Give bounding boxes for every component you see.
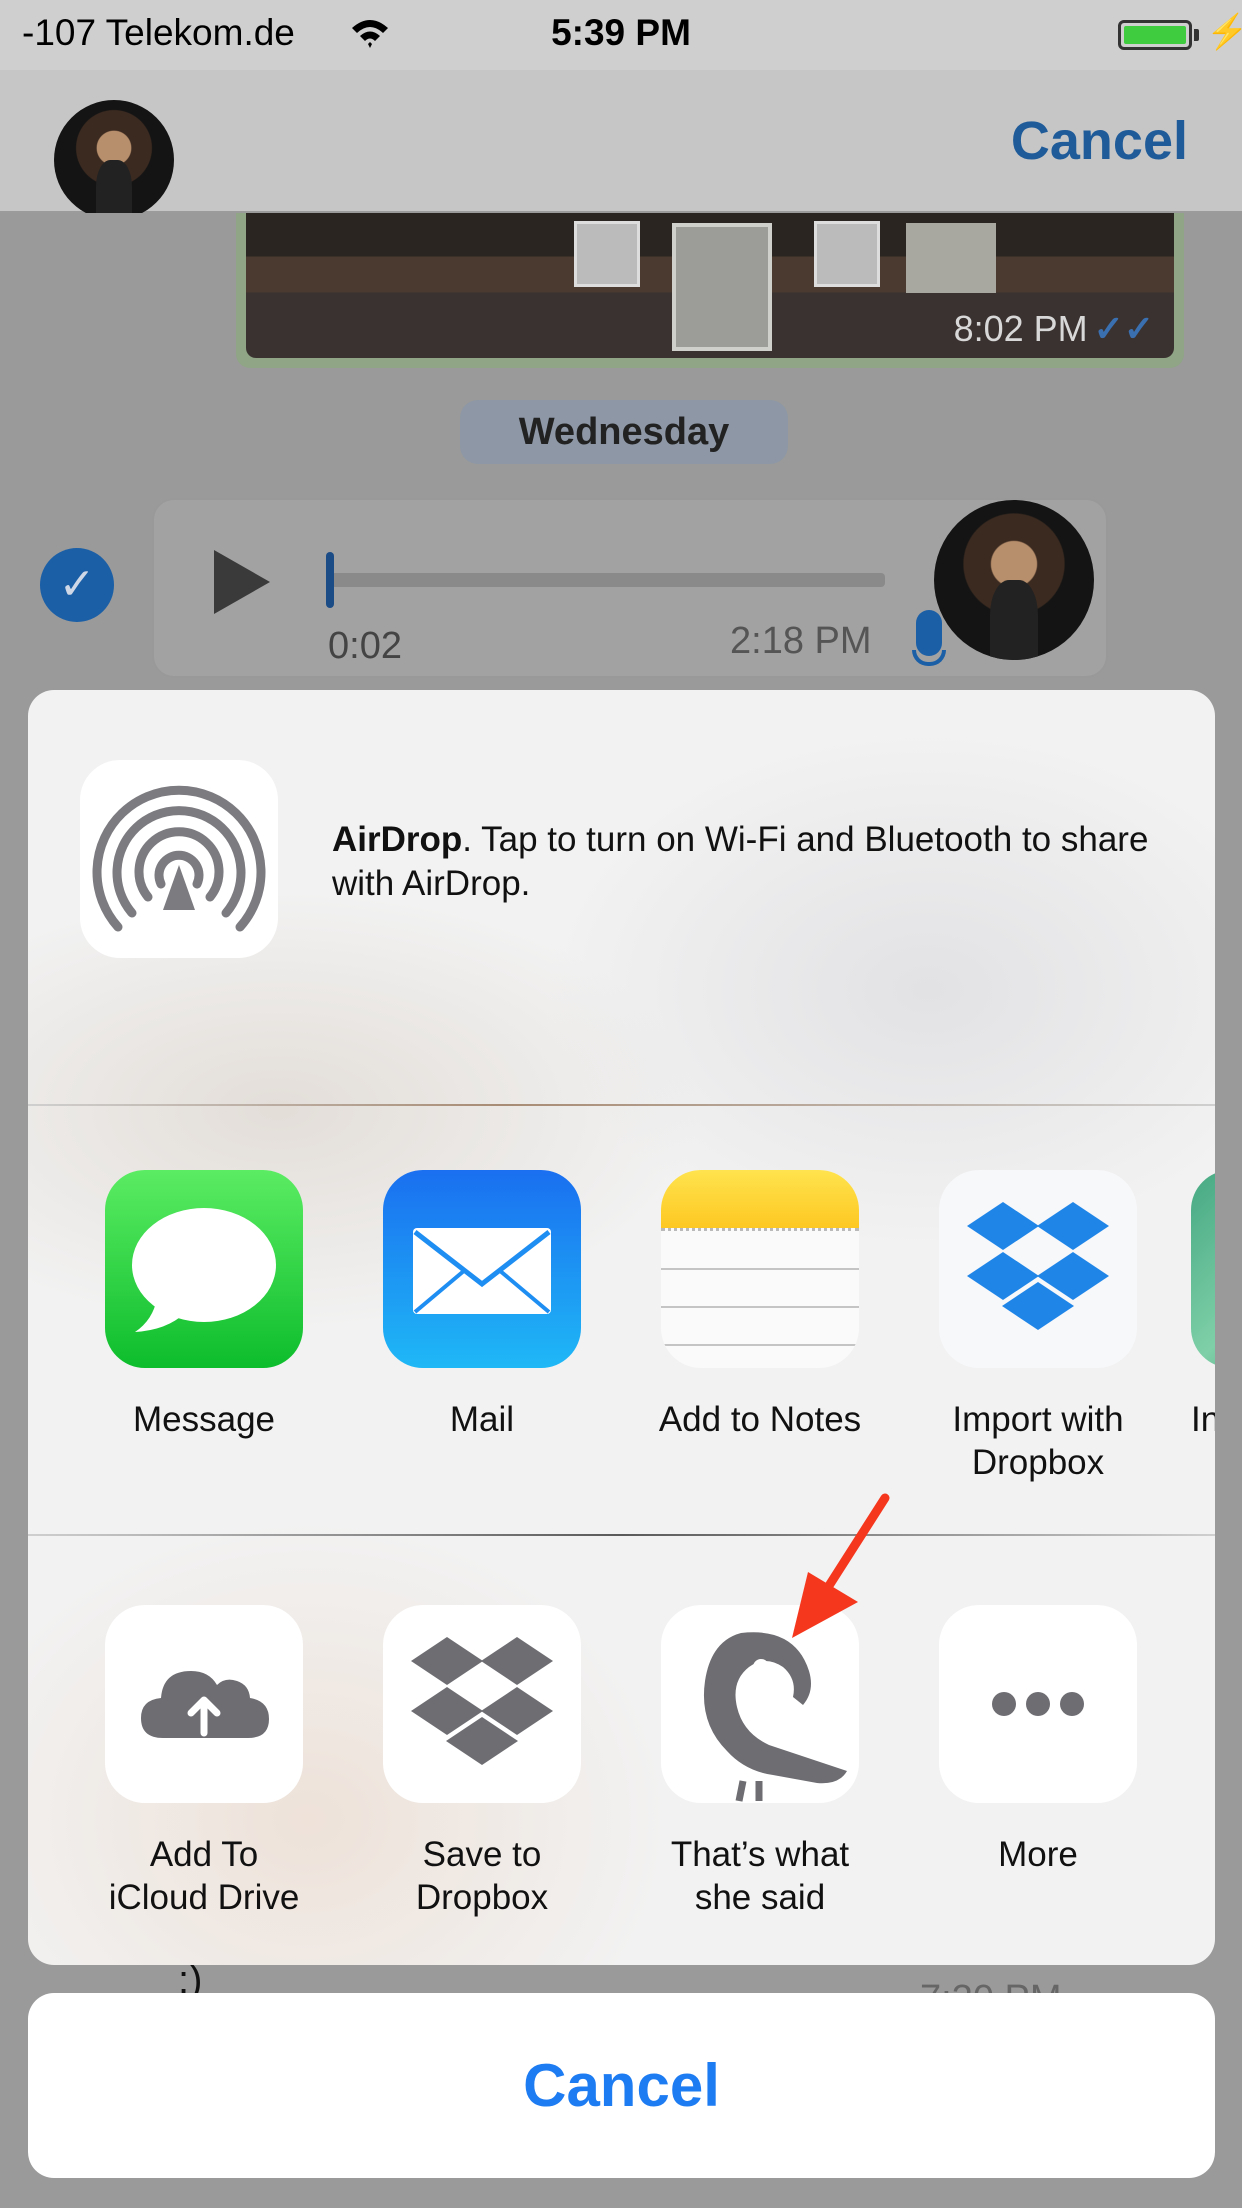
share-app-label: Add to Notes [658, 1400, 862, 1439]
voice-time: 2:18 PM [730, 620, 872, 662]
share-action-label: More [998, 1835, 1078, 1874]
photo-message[interactable]: 8:02 PM ✓✓ [236, 213, 1184, 368]
play-icon[interactable] [214, 550, 270, 614]
nav-cancel-button[interactable]: Cancel [1011, 110, 1188, 172]
annotation-arrow-icon [792, 1493, 890, 1638]
share-action-label: Save to Dropbox [415, 1835, 549, 1917]
airdrop-icon[interactable] [80, 760, 278, 958]
share-action-more[interactable]: More [913, 1605, 1163, 1876]
share-action-label: That’s what she said [670, 1835, 850, 1917]
microphone-stand [912, 650, 946, 666]
airdrop-title: AirDrop [332, 820, 463, 859]
date-separator: Wednesday [460, 400, 788, 464]
voice-message[interactable]: 0:02 2:18 PM [152, 498, 1108, 678]
share-sheet: AirDrop. Tap to turn on Wi-Fi and Blueto… [28, 690, 1215, 1965]
share-app-import-dropbox[interactable]: Import with Dropbox [913, 1170, 1163, 1484]
sender-avatar [934, 500, 1094, 660]
playback-scrubber[interactable] [326, 552, 334, 608]
share-app-label: In [1191, 1400, 1215, 1439]
chat-navbar: Cancel [0, 70, 1242, 220]
share-app-label: Message [132, 1400, 276, 1439]
airdrop-row[interactable]: AirDrop. Tap to turn on Wi-Fi and Blueto… [28, 690, 1215, 1104]
selected-checkmark-icon[interactable]: ✓ [40, 548, 114, 622]
dropbox-icon[interactable] [939, 1170, 1137, 1368]
divider [28, 1534, 1215, 1536]
share-app-mail[interactable]: Mail [357, 1170, 607, 1441]
read-receipt-icon: ✓✓ [1093, 308, 1154, 349]
share-app-notes[interactable]: Add to Notes [635, 1170, 885, 1441]
notes-icon[interactable] [661, 1170, 859, 1368]
photo-message-meta: 8:02 PM ✓✓ [954, 308, 1154, 350]
share-action-save-dropbox[interactable]: Save to Dropbox [357, 1605, 607, 1919]
share-action-label: Add To iCloud Drive [108, 1835, 300, 1917]
envelope-icon[interactable] [383, 1170, 581, 1368]
share-app-partial[interactable]: In [1191, 1170, 1215, 1441]
contact-avatar[interactable] [54, 100, 174, 220]
airdrop-description: AirDrop. Tap to turn on Wi-Fi and Blueto… [332, 818, 1182, 906]
photo-message-time: 8:02 PM [953, 308, 1088, 349]
speech-bubble-icon[interactable] [105, 1170, 303, 1368]
share-app-label: Import with Dropbox [952, 1400, 1124, 1482]
share-cancel-button[interactable]: Cancel [28, 1993, 1215, 2178]
app-icon[interactable] [1191, 1170, 1215, 1368]
ellipsis-icon[interactable] [939, 1605, 1137, 1803]
voice-duration: 0:02 [328, 625, 402, 667]
share-app-message[interactable]: Message [79, 1170, 329, 1441]
share-app-label: Mail [449, 1400, 515, 1439]
charging-icon: ⚡ [1206, 13, 1242, 51]
clock: 5:39 PM [551, 12, 691, 53]
share-action-thats-what-she-said[interactable]: That’s what she said [635, 1605, 885, 1919]
status-bar: -107 Telekom.de 5:39 PM ⚡ [0, 0, 1242, 70]
dropbox-icon[interactable] [383, 1605, 581, 1803]
battery-tip [1194, 29, 1199, 41]
divider [28, 1104, 1215, 1106]
photo-thumbnail: 8:02 PM ✓✓ [246, 213, 1174, 358]
playback-track[interactable] [330, 573, 885, 587]
icloud-upload-icon[interactable] [105, 1605, 303, 1803]
battery-icon [1118, 20, 1192, 50]
share-action-icloud[interactable]: Add To iCloud Drive [79, 1605, 329, 1919]
